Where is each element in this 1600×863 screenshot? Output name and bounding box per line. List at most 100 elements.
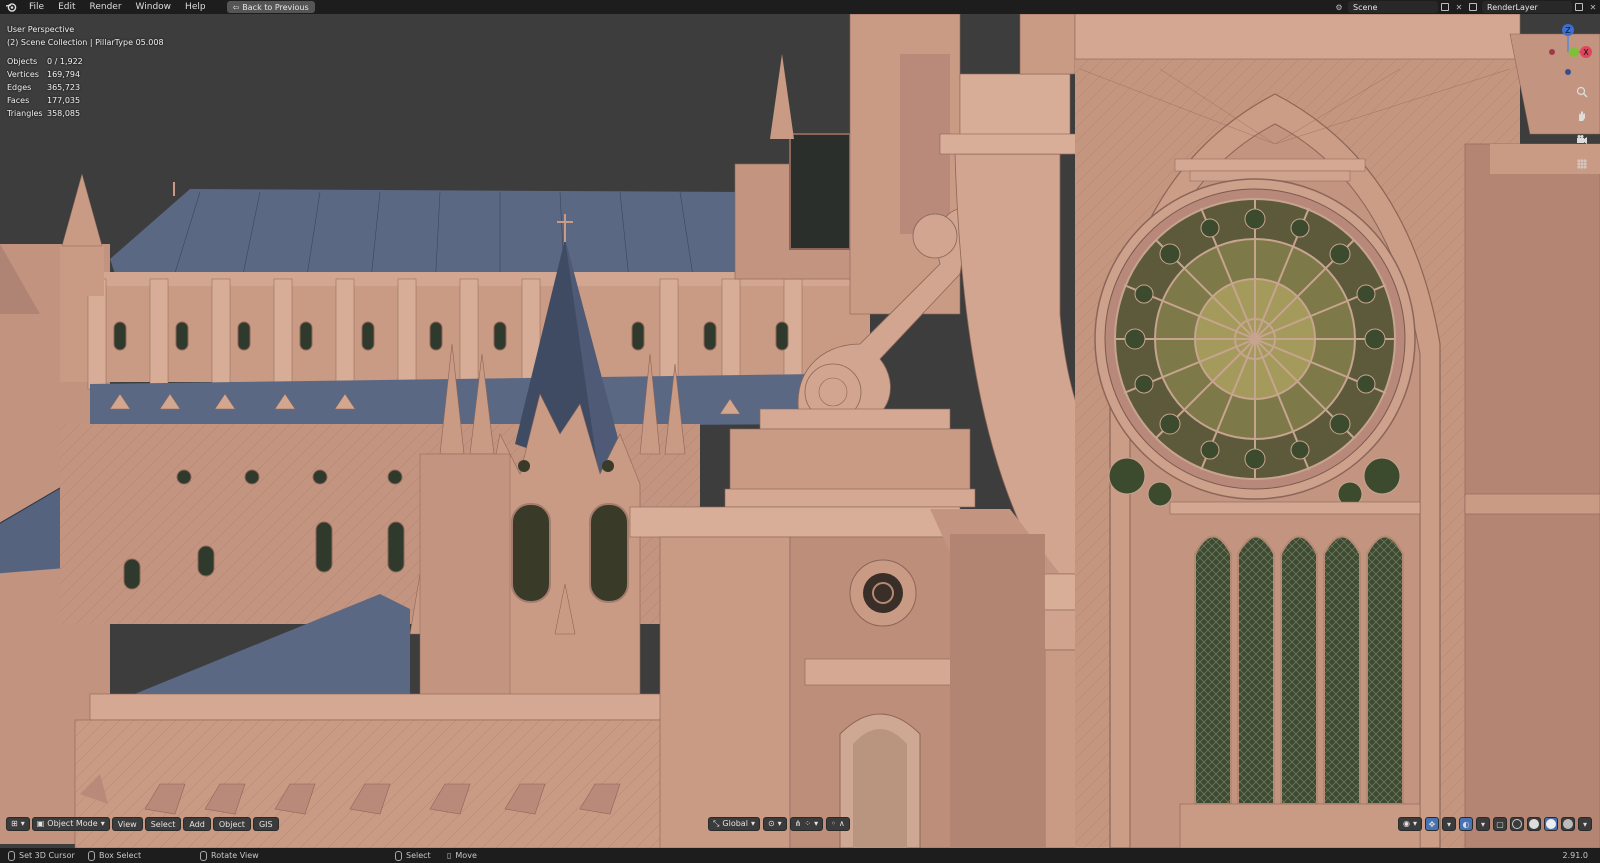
neg-x-axis-icon[interactable] bbox=[1549, 49, 1555, 55]
chevron-down-icon: ▾ bbox=[777, 819, 782, 828]
editor-type-icon: ⊞ bbox=[11, 819, 18, 828]
viewport-header: ⊞ ▾ ▣ Object Mode ▾ View Select Add Object … bbox=[0, 815, 1600, 833]
falloff-icon: ∧ bbox=[838, 819, 845, 828]
status-label: Select bbox=[406, 851, 431, 860]
material-shading-icon[interactable] bbox=[1544, 817, 1558, 831]
overlay-dropdown-icon[interactable]: ▾ bbox=[1476, 817, 1490, 831]
status-label: Set 3D Cursor bbox=[19, 851, 75, 860]
status-move: ▯ Move bbox=[447, 851, 477, 860]
move-icon: ▯ bbox=[447, 851, 452, 860]
transform-orientation-dropdown[interactable]: ⤡ Global ▾ bbox=[708, 817, 760, 831]
status-bar: Set 3D Cursor Box Select Rotate View Sel… bbox=[0, 848, 1600, 863]
mode-dropdown[interactable]: ▣ Object Mode ▾ bbox=[31, 817, 110, 831]
menu-object[interactable]: Object bbox=[212, 817, 251, 831]
y-axis-icon[interactable] bbox=[1569, 47, 1579, 57]
viewport-info: User Perspective (2) Scene Collection | … bbox=[7, 23, 164, 49]
stats-row: Objects 0 / 1,922 bbox=[7, 55, 83, 68]
chevron-down-icon: ▾ bbox=[1412, 819, 1417, 828]
menu-help[interactable]: Help bbox=[178, 0, 213, 14]
orientation-label: Global bbox=[722, 819, 748, 828]
solid-shading-icon[interactable] bbox=[1527, 817, 1541, 831]
shading-dropdown-icon[interactable]: ▾ bbox=[1578, 817, 1592, 831]
snap-grid-icon: ⁘ bbox=[804, 819, 812, 828]
editor-type-dropdown[interactable]: ⊞ ▾ bbox=[6, 817, 30, 831]
stats-row: Triangles 358,085 bbox=[7, 107, 83, 120]
stats-row: Faces 177,035 bbox=[7, 94, 83, 107]
stats-label: Vertices bbox=[7, 70, 39, 79]
menu-view[interactable]: View bbox=[111, 817, 143, 831]
perspective-label: User Perspective bbox=[7, 25, 75, 34]
visibility-dropdown[interactable]: ◉ ▾ bbox=[1398, 817, 1422, 831]
overlay-toggle-icon[interactable]: ◐ bbox=[1459, 817, 1473, 831]
menu-window[interactable]: Window bbox=[129, 0, 179, 14]
pivot-icon: ⊙ bbox=[767, 819, 775, 828]
x-axis-label: X bbox=[1583, 48, 1589, 57]
stats-label: Triangles bbox=[7, 109, 43, 118]
object-mode-icon: ▣ bbox=[36, 819, 45, 828]
cathedral-scene bbox=[0, 14, 1600, 848]
new-scene-icon[interactable] bbox=[1438, 1, 1452, 13]
status-box-select: Box Select bbox=[88, 850, 142, 861]
menu-render[interactable]: Render bbox=[83, 0, 129, 14]
ortho-grid-icon[interactable] bbox=[1572, 154, 1592, 174]
proportional-editing-dropdown[interactable]: ◦ ∧ bbox=[826, 817, 850, 831]
status-label: Move bbox=[455, 851, 477, 860]
menu-add[interactable]: Add bbox=[183, 817, 211, 831]
render-layer-label: RenderLayer bbox=[1487, 2, 1538, 12]
status-select: Select bbox=[395, 850, 431, 861]
chevron-down-icon: ▾ bbox=[20, 819, 25, 828]
status-label: Rotate View bbox=[211, 851, 259, 860]
stats-value: 177,035 bbox=[47, 96, 81, 105]
3d-viewport[interactable]: User Perspective (2) Scene Collection | … bbox=[0, 14, 1600, 848]
delete-scene-icon[interactable]: ✕ bbox=[1452, 1, 1466, 13]
mouse-left-icon bbox=[8, 850, 15, 861]
pan-hand-icon[interactable] bbox=[1572, 106, 1592, 126]
snap-dropdown[interactable]: ⋔ ⁘ ▾ bbox=[789, 817, 824, 831]
chevron-down-icon: ▾ bbox=[814, 819, 819, 828]
delete-layer-icon[interactable]: ✕ bbox=[1586, 1, 1600, 13]
camera-icon[interactable] bbox=[1572, 130, 1592, 150]
proportional-icon: ◦ bbox=[831, 819, 836, 828]
chevron-down-icon: ▾ bbox=[750, 819, 755, 828]
mouse-right-icon bbox=[395, 850, 402, 861]
rendered-shading-icon[interactable] bbox=[1561, 817, 1575, 831]
version-label: 2.91.0 bbox=[1562, 851, 1588, 860]
scene-name-field[interactable]: Scene bbox=[1348, 1, 1438, 13]
neg-z-axis-icon[interactable] bbox=[1565, 69, 1571, 75]
gizmo-toggle-icon[interactable]: ✥ bbox=[1425, 817, 1439, 831]
scene-statistics: Objects 0 / 1,922 Vertices 169,794 Edges 36… bbox=[7, 55, 83, 120]
pivot-point-dropdown[interactable]: ⊙ ▾ bbox=[762, 817, 787, 831]
wireframe-shading-icon[interactable] bbox=[1510, 817, 1524, 831]
stats-row: Vertices 169,794 bbox=[7, 68, 83, 81]
status-rotate-view: Rotate View bbox=[200, 850, 259, 861]
zoom-icon[interactable] bbox=[1572, 82, 1592, 102]
scene-selector-icon[interactable]: ⚙ bbox=[1332, 1, 1346, 13]
scene-name-label: Scene bbox=[1353, 2, 1378, 12]
new-layer-icon[interactable] bbox=[1572, 1, 1586, 13]
back-to-previous-button[interactable]: ⇦ Back to Previous bbox=[226, 1, 315, 13]
menu-gis[interactable]: GIS bbox=[252, 817, 279, 831]
stats-label: Edges bbox=[7, 83, 32, 92]
stats-value: 358,085 bbox=[47, 109, 81, 118]
status-label: Box Select bbox=[99, 851, 142, 860]
render-layer-field[interactable]: RenderLayer bbox=[1482, 1, 1572, 13]
view-layer-icon[interactable] bbox=[1466, 1, 1480, 13]
collection-label: (2) Scene Collection | PillarType 05.008 bbox=[7, 38, 164, 47]
gizmo-dropdown-icon[interactable]: ▾ bbox=[1442, 817, 1456, 831]
z-axis-label: Z bbox=[1565, 26, 1571, 35]
menu-select[interactable]: Select bbox=[144, 817, 182, 831]
xray-toggle-icon[interactable]: ▢ bbox=[1493, 817, 1507, 831]
magnet-icon: ⋔ bbox=[794, 819, 802, 828]
mouse-middle-icon bbox=[200, 850, 207, 861]
top-bar: File Edit Render Window Help ⇦ Back to P… bbox=[0, 0, 1600, 14]
navigation-gizmo[interactable]: Z X bbox=[1544, 22, 1592, 78]
stats-label: Objects bbox=[7, 57, 38, 66]
blender-logo-icon[interactable] bbox=[0, 0, 22, 14]
stats-row: Edges 365,723 bbox=[7, 81, 83, 94]
back-arrow-icon: ⇦ bbox=[232, 2, 240, 12]
status-set-cursor: Set 3D Cursor bbox=[8, 850, 75, 861]
stats-label: Faces bbox=[7, 96, 30, 105]
menu-edit[interactable]: Edit bbox=[51, 0, 82, 14]
menu-file[interactable]: File bbox=[22, 0, 51, 14]
stats-value: 365,723 bbox=[47, 83, 81, 92]
